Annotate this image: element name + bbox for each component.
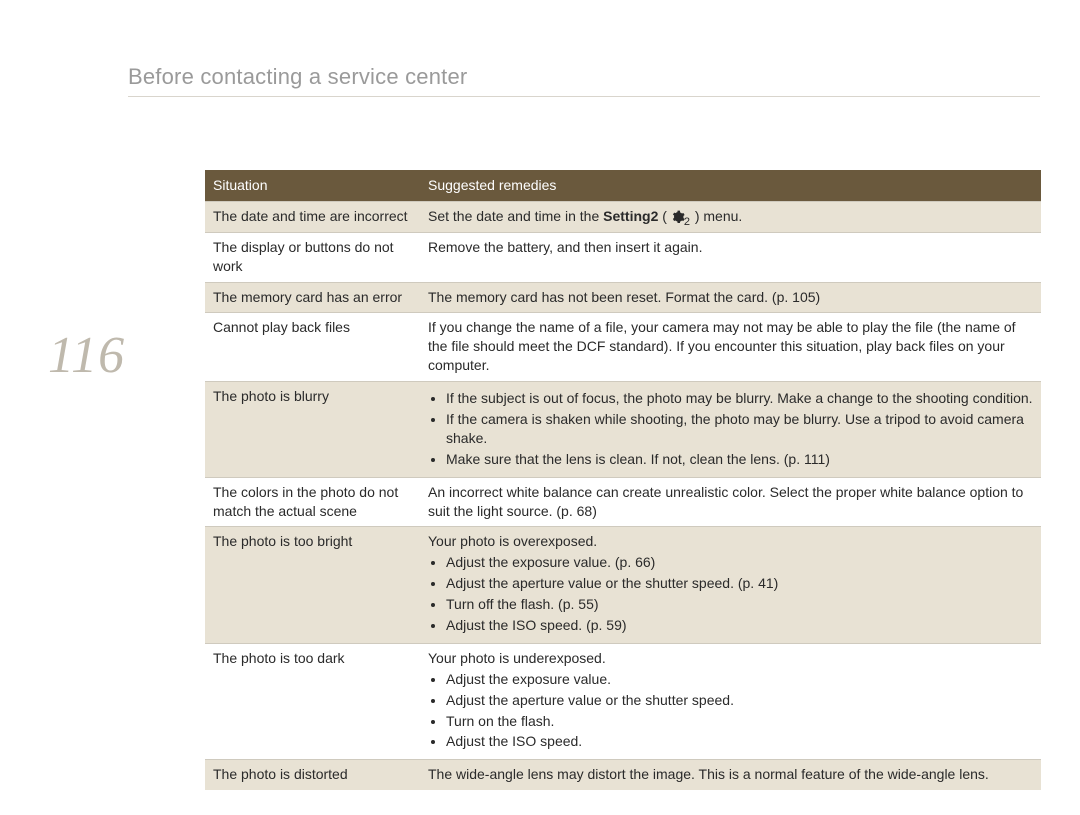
remedy-bold: Setting2	[603, 208, 658, 224]
remedy-list-item: Turn off the flash. (p. 55)	[446, 595, 1033, 614]
remedy-cell: If the subject is out of focus, the phot…	[420, 382, 1041, 478]
table-row: The colors in the photo do not match the…	[205, 477, 1041, 527]
remedy-list: Adjust the exposure value. Adjust the ape…	[428, 670, 1033, 752]
remedy-list: Adjust the exposure value. (p. 66) Adjust…	[428, 553, 1033, 635]
remedy-list-item: If the camera is shaken while shooting, …	[446, 410, 1033, 448]
remedy-text: Remove the battery, and then insert it a…	[428, 239, 702, 255]
header-situation: Situation	[205, 170, 420, 201]
page-number: 116	[48, 326, 125, 385]
remedy-list-item: Adjust the exposure value. (p. 66)	[446, 553, 1033, 572]
remedy-list: If the subject is out of focus, the phot…	[428, 389, 1033, 469]
table-row: The date and time are incorrectSet the d…	[205, 201, 1041, 232]
remedy-cell: Your photo is overexposed. Adjust the exp…	[420, 527, 1041, 643]
remedy-text: The wide-angle lens may distort the imag…	[428, 766, 989, 782]
remedy-cell: Set the date and time in the Setting2 ( …	[420, 201, 1041, 232]
table-row: The photo is too brightYour photo is ove…	[205, 527, 1041, 643]
page-title: Before contacting a service center	[128, 64, 467, 90]
remedy-list-item: Adjust the ISO speed. (p. 59)	[446, 616, 1033, 635]
remedy-list-item: Turn on the flash.	[446, 712, 1033, 731]
situation-cell: The date and time are incorrect	[205, 201, 420, 232]
remedy-cell: An incorrect white balance can create un…	[420, 477, 1041, 527]
remedy-intro: Your photo is overexposed.	[428, 532, 1033, 551]
table-row: The photo is blurry If the subject is out…	[205, 382, 1041, 478]
situation-cell: The colors in the photo do not match the…	[205, 477, 420, 527]
remedy-cell: The memory card has not been reset. Form…	[420, 282, 1041, 313]
remedy-text: Set the date and time in the	[428, 208, 603, 224]
situation-cell: The display or buttons do not work	[205, 232, 420, 282]
remedy-list-item: Adjust the ISO speed.	[446, 732, 1033, 751]
troubleshooting-table: Situation Suggested remedies The date an…	[205, 170, 1041, 790]
situation-cell: Cannot play back files	[205, 313, 420, 382]
table-row: The photo is distorted The wide-angle len…	[205, 760, 1041, 790]
remedy-text: The memory card has not been reset. Form…	[428, 289, 820, 305]
gear-icon	[671, 210, 685, 224]
situation-cell: The photo is too bright	[205, 527, 420, 643]
remedy-text: (	[658, 208, 670, 224]
remedy-intro: Your photo is underexposed.	[428, 649, 1033, 668]
table-row: Cannot play back filesIf you change the …	[205, 313, 1041, 382]
table-row: The memory card has an error The memory c…	[205, 282, 1041, 313]
remedy-cell: Remove the battery, and then insert it a…	[420, 232, 1041, 282]
remedy-list-item: Adjust the exposure value.	[446, 670, 1033, 689]
header-remedies: Suggested remedies	[420, 170, 1041, 201]
title-divider	[128, 96, 1040, 97]
remedy-list-item: Adjust the aperture value or the shutter…	[446, 574, 1033, 593]
situation-cell: The memory card has an error	[205, 282, 420, 313]
table-header-row: Situation Suggested remedies	[205, 170, 1041, 201]
situation-cell: The photo is too dark	[205, 643, 420, 759]
remedy-text: If you change the name of a file, your c…	[428, 319, 1016, 373]
table-row: The display or buttons do not work Remove…	[205, 232, 1041, 282]
remedy-cell: The wide-angle lens may distort the imag…	[420, 760, 1041, 790]
remedy-list-item: Make sure that the lens is clean. If not…	[446, 450, 1033, 469]
remedy-cell: If you change the name of a file, your c…	[420, 313, 1041, 382]
gear-subscript: 2	[684, 216, 690, 228]
remedy-text: ) menu.	[691, 208, 742, 224]
remedy-list-item: If the subject is out of focus, the phot…	[446, 389, 1033, 408]
remedy-list-item: Adjust the aperture value or the shutter…	[446, 691, 1033, 710]
remedy-text: An incorrect white balance can create un…	[428, 484, 1023, 519]
situation-cell: The photo is blurry	[205, 382, 420, 478]
remedy-cell: Your photo is underexposed. Adjust the ex…	[420, 643, 1041, 759]
table-row: The photo is too darkYour photo is under…	[205, 643, 1041, 759]
situation-cell: The photo is distorted	[205, 760, 420, 790]
